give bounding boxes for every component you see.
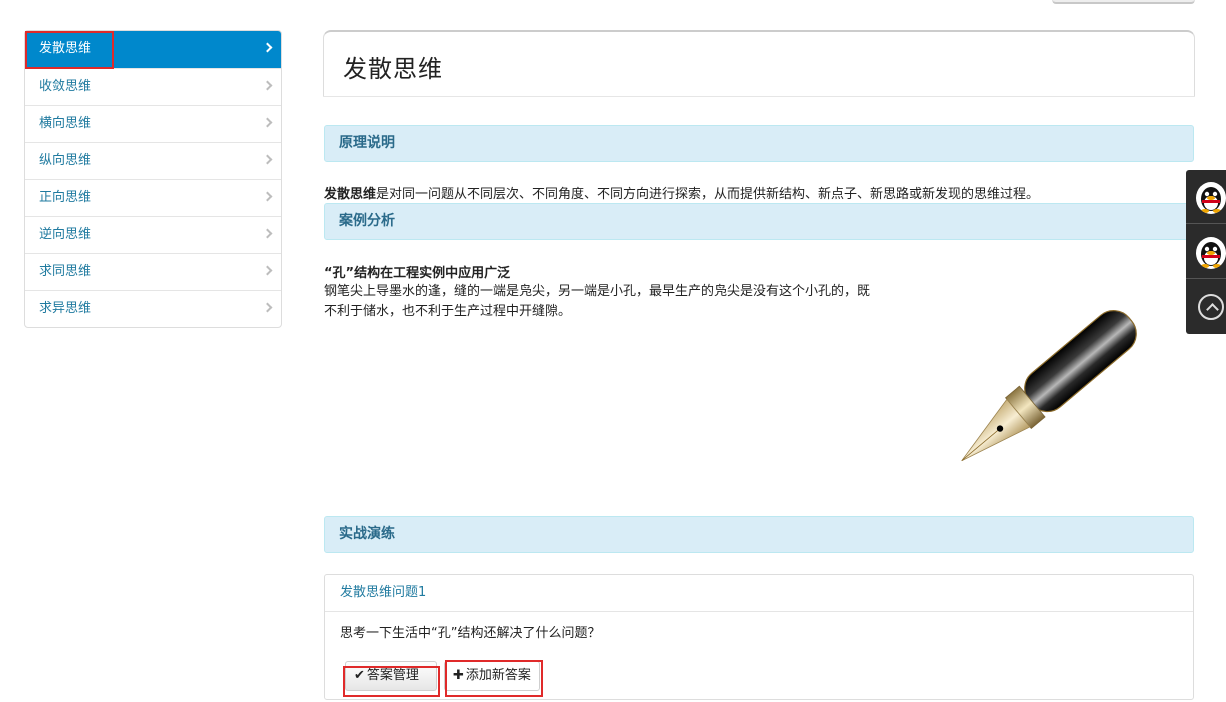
qq-contact-1[interactable]	[1186, 170, 1226, 224]
chevron-right-icon	[262, 117, 273, 128]
header-divider	[323, 96, 1195, 97]
question-text: 思考一下生活中“孔”结构还解决了什么问题？	[340, 626, 601, 641]
add-answer-button[interactable]: ✚ 添加新答案	[444, 661, 540, 691]
floating-contact-bar	[1186, 170, 1226, 334]
sidebar-item-forward[interactable]: 正向思维	[25, 179, 281, 216]
sidebar-item-label: 求同思维	[39, 264, 92, 279]
sidebar-item-divergent[interactable]: 发散思维	[25, 31, 281, 68]
sidebar-item-label: 求异思维	[39, 301, 92, 316]
sidebar-item-label: 逆向思维	[39, 227, 92, 242]
chevron-right-icon	[262, 302, 273, 313]
sidebar-item-seek-common[interactable]: 求同思维	[25, 253, 281, 290]
qq-contact-2[interactable]	[1186, 225, 1226, 279]
sidebar-item-label: 收敛思维	[39, 79, 92, 94]
chevron-right-icon	[262, 228, 273, 239]
page-header: 发散思维	[323, 30, 1195, 97]
sidebar-item-label: 发散思维	[39, 41, 92, 56]
chevron-right-icon	[262, 42, 273, 53]
qq-penguin-icon	[1196, 182, 1226, 214]
check-icon: ✔	[354, 668, 365, 683]
page-title: 发散思维	[343, 55, 443, 83]
case-text: 钢笔尖上导墨水的逢，缝的一端是凫尖，另一端是小孔，最早生产的凫尖是没有这个小孔的…	[324, 284, 871, 319]
fountain-pen-image	[961, 310, 1137, 462]
sidebar-item-label: 纵向思维	[39, 153, 92, 168]
add-answer-label: 添加新答案	[465, 668, 531, 683]
section-principle: 原理说明	[324, 125, 1194, 162]
chevron-right-icon	[262, 80, 273, 91]
chevron-right-icon	[262, 154, 273, 165]
answer-manage-button[interactable]: ✔ 答案管理	[345, 661, 437, 691]
back-to-top-icon	[1198, 294, 1224, 320]
principle-text: 发散思维是对同一问题从不同层次、不同角度、不同方向进行探索，从而提供新结构、新点…	[324, 183, 1039, 202]
plus-icon: ✚	[453, 668, 464, 683]
sidebar-nav: 发散思维 收敛思维 横向思维 纵向思维 正向思维 逆向思维 求同思维 求异思维	[24, 30, 282, 328]
sidebar-item-label: 正向思维	[39, 190, 92, 205]
sidebar-item-lateral[interactable]: 横向思维	[25, 105, 281, 142]
sidebar-item-label: 横向思维	[39, 116, 92, 131]
qq-penguin-icon	[1196, 237, 1226, 269]
question-title[interactable]: 发散思维问题1	[325, 575, 1193, 612]
sidebar-item-vertical[interactable]: 纵向思维	[25, 142, 281, 179]
principle-description: 是对同一问题从不同层次、不同角度、不同方向进行探索，从而提供新结构、新点子、新思…	[376, 187, 1040, 202]
answer-manage-label: 答案管理	[366, 668, 419, 683]
chevron-right-icon	[262, 265, 273, 276]
chevron-right-icon	[262, 191, 273, 202]
sidebar-item-seek-difference[interactable]: 求异思维	[25, 290, 281, 327]
principle-term: 发散思维	[324, 187, 377, 202]
section-practice: 实战演练	[324, 516, 1194, 553]
back-to-top-button[interactable]	[1186, 280, 1226, 334]
sidebar-item-convergent[interactable]: 收敛思维	[25, 68, 281, 105]
section-case: 案例分析	[324, 203, 1194, 240]
top-tab[interactable]	[1052, 0, 1195, 4]
case-title: “孔”结构在工程实例中应用广泛	[324, 266, 511, 281]
sidebar-item-reverse[interactable]: 逆向思维	[25, 216, 281, 253]
